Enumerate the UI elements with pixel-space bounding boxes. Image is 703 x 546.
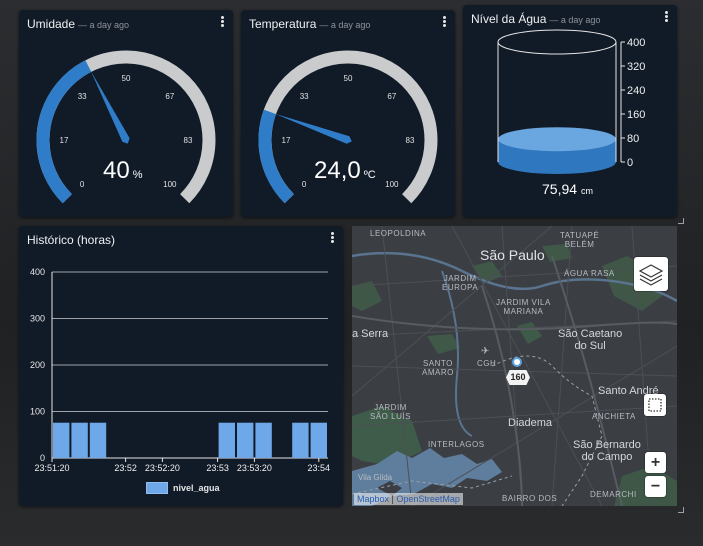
umidade-gauge-tick: 83 xyxy=(184,136,193,145)
chart-xtick-label: 23:53 xyxy=(206,463,229,473)
chart-bar[interactable] xyxy=(237,422,254,458)
umidade-gauge-tick: 17 xyxy=(60,136,69,145)
airport-icon: ✈ xyxy=(481,346,490,357)
map-label-agua-rasa: ÁGUA RASA xyxy=(564,269,615,278)
map-label-anchieta: ANCHIETA xyxy=(592,412,636,421)
map-label-jardim-europa: JARDIM EUROPA xyxy=(442,274,479,292)
temperatura-gauge: 0 17 33 50 67 83 100 xyxy=(258,50,438,204)
chart-xtick-label: 23:54 xyxy=(308,463,331,473)
chart-bar[interactable] xyxy=(292,422,309,458)
map-label-jardim-vila-mariana: JARDIM VILA MARIANA xyxy=(496,298,551,316)
chart-xtick-label: 23:51:20 xyxy=(34,463,69,473)
layers-icon xyxy=(638,264,664,286)
temperatura-gauge-tick: 83 xyxy=(406,136,415,145)
chart-bar[interactable] xyxy=(310,422,327,458)
umidade-gauge-tick: 67 xyxy=(165,92,174,101)
umidade-gauge-fill xyxy=(36,60,92,204)
map-label-cgh: CGH xyxy=(477,359,497,368)
temperatura-gauge-tick: 100 xyxy=(385,180,399,189)
chart-bar[interactable] xyxy=(53,422,70,458)
nivel-resize-handle[interactable] xyxy=(678,218,684,224)
umidade-value: 40% xyxy=(103,157,143,184)
openstreetmap-link[interactable]: OpenStreetMap xyxy=(396,494,460,504)
chart-ytick-label: 400 xyxy=(30,267,45,277)
nivel-card: Nível da Água — a day ago 400 320 240 160 80 0… xyxy=(463,5,677,217)
tank-scale-label: 320 xyxy=(627,61,645,73)
chart-bar[interactable] xyxy=(255,422,272,458)
map-label-diadema: Diadema xyxy=(508,417,553,429)
legend-label: nivel_agua xyxy=(173,483,220,493)
historico-card: Histórico (horas) 0 100 200 300 400 23:51:20 2… xyxy=(19,226,343,506)
temperatura-gauge-tick: 33 xyxy=(300,92,309,101)
umidade-gauge-tick: 33 xyxy=(78,92,87,101)
map-label-jardim-sao-luis: JARDIM SÃO LUÍS xyxy=(370,403,411,421)
temperatura-value: 24,0 ºC xyxy=(314,157,376,184)
umidade-gauge-tick: 50 xyxy=(122,74,131,83)
temperatura-gauge-tick: 0 xyxy=(302,180,307,189)
chart-ytick-label: 300 xyxy=(30,314,45,324)
umidade-card: Umidade — a day ago 0 17 33 50 67 83 100 40% xyxy=(19,10,233,217)
layers-button[interactable] xyxy=(634,257,668,291)
chart-xtick-label: 23:53:20 xyxy=(237,463,272,473)
map-label-santo-amaro: SANTO AMARO xyxy=(422,359,454,377)
tank-scale-label: 0 xyxy=(627,157,633,169)
map-label-vila-gilda: Vila Gilda xyxy=(358,473,393,482)
chart-bar[interactable] xyxy=(218,422,235,458)
chart-ytick-label: 200 xyxy=(30,360,45,370)
chart-ytick-label: 100 xyxy=(30,407,45,417)
map-label-leopoldina: LEOPOLDINA xyxy=(370,229,427,238)
temperatura-card: Temperatura — a day ago 0 17 33 50 67 83 100 24… xyxy=(241,10,455,217)
chart-xtick-label: 23:52 xyxy=(114,463,137,473)
umidade-gauge-tick: 100 xyxy=(163,180,177,189)
route-shield: 160 xyxy=(506,370,530,385)
map-label-serra: a Serra xyxy=(352,328,389,340)
chart-xtick-label: 23:52:20 xyxy=(145,463,180,473)
umidade-gauge-tick: 0 xyxy=(80,180,85,189)
map-label-sao-paulo: São Paulo xyxy=(480,247,545,263)
tank-scale-label: 400 xyxy=(627,37,645,49)
tank-scale-label: 80 xyxy=(627,133,639,145)
zoom-in-button[interactable]: + xyxy=(645,452,666,473)
tank-scale-label: 240 xyxy=(627,85,645,97)
tank-scale-label: 160 xyxy=(627,109,645,121)
select-area-button[interactable] xyxy=(644,394,666,416)
temperatura-gauge-tick: 50 xyxy=(344,74,353,83)
temperatura-gauge-tick: 17 xyxy=(282,136,291,145)
map-marker[interactable] xyxy=(514,359,520,365)
map-label-sao-bernardo: São Bernardo do Campo xyxy=(573,439,641,463)
map-base[interactable] xyxy=(352,226,677,506)
map-label-sao-caetano: São Caetano do Sul xyxy=(558,328,623,352)
tank-rim xyxy=(497,29,617,55)
temperatura-gauge-tick: 67 xyxy=(387,92,396,101)
chart-legend[interactable]: nivel_agua xyxy=(146,482,220,494)
map-label-bairro-dos: BAIRRO DOS xyxy=(502,494,558,503)
chart-ytick-label: 0 xyxy=(40,453,45,463)
map-attribution: Mapbox | OpenStreetMap xyxy=(354,493,463,505)
temperatura-unit: ºC xyxy=(363,169,376,181)
mapbox-link[interactable]: Mapbox xyxy=(357,494,389,504)
chart-bar[interactable] xyxy=(71,422,88,458)
legend-swatch xyxy=(146,482,168,494)
umidade-unit: % xyxy=(132,169,143,181)
historico-chart: 0 100 200 300 400 23:51:20 23:52 23:52:20 23:53 2… xyxy=(30,267,331,473)
umidade-gauge: 0 17 33 50 67 83 100 xyxy=(36,50,216,204)
tank-water-surface xyxy=(498,127,616,152)
nivel-unit: cm xyxy=(581,186,594,196)
map-card[interactable]: LEOPOLDINA TATUAPÉ BELÉM São Paulo JARDI… xyxy=(352,226,677,506)
map-label-interlagos: INTERLAGOS xyxy=(428,440,485,449)
select-area-icon xyxy=(648,398,662,412)
map-resize-handle[interactable] xyxy=(678,507,684,513)
temperatura-gauge-fill xyxy=(258,109,295,204)
map-label-tatuape: TATUAPÉ BELÉM xyxy=(560,231,600,249)
map-label-demarchi: DEMARCHI xyxy=(590,490,637,499)
zoom-out-button[interactable]: − xyxy=(645,476,666,497)
nivel-value: 75,94 cm xyxy=(542,181,594,197)
chart-bar[interactable] xyxy=(89,422,107,458)
